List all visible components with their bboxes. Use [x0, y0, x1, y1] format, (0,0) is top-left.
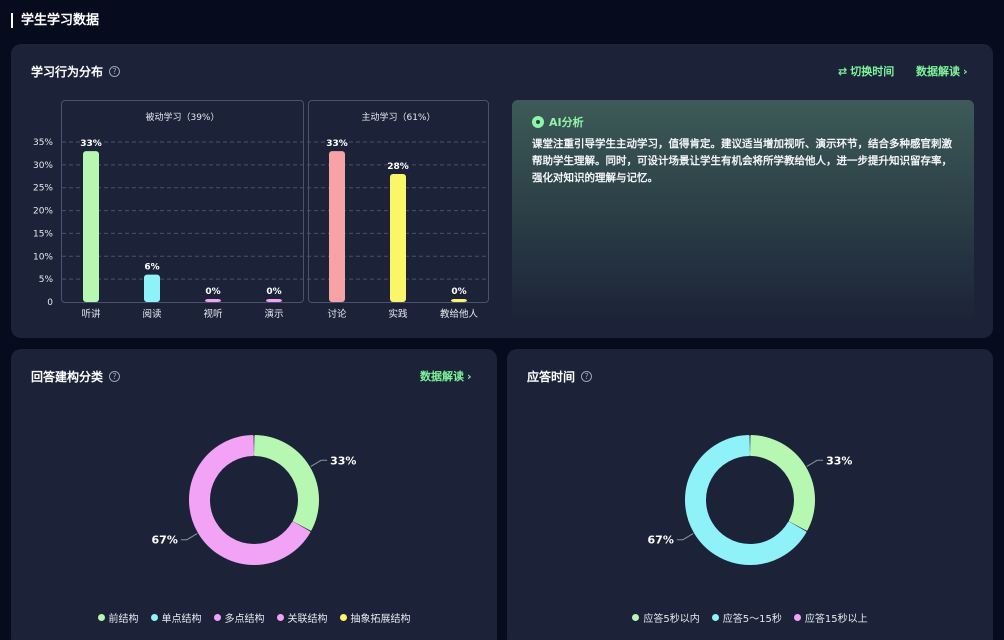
x-tick-label: 听讲: [81, 308, 101, 320]
help-icon[interactable]: ?: [109, 371, 121, 382]
interpret-label: 数据解读: [916, 65, 960, 78]
legend-item[interactable]: 关联结构: [276, 610, 328, 625]
structure-legend: 前结构 单点结构 多点结构 关联结构 抽象拓展结构: [11, 610, 497, 625]
x-tick-label: 视听: [203, 308, 223, 320]
legend-item[interactable]: 应答5～15秒: [711, 610, 782, 625]
page-title: 学生学习数据: [11, 13, 99, 28]
legend-item[interactable]: 多点结构: [213, 610, 265, 625]
active-learning-box: 主动学习（61%）: [308, 100, 489, 303]
y-tick-label: 35%: [33, 138, 53, 148]
structure-interpret-link[interactable]: 数据解读 ›: [420, 368, 472, 384]
switch-time-label: 切换时间: [850, 65, 895, 78]
legend-label: 单点结构: [161, 614, 202, 625]
legend-dot: [711, 614, 719, 621]
legend-label: 应答5～15秒: [722, 614, 782, 625]
legend-label: 关联结构: [287, 614, 328, 625]
ai-icon: [532, 116, 544, 128]
ai-analysis-title: AI分析: [549, 116, 584, 129]
legend-dot: [632, 614, 640, 621]
legend-label: 前结构: [108, 614, 139, 625]
y-tick-label: 30%: [33, 161, 53, 171]
label-leader-line: [310, 459, 328, 467]
chevron-right-icon: ›: [963, 64, 968, 78]
swap-icon: ⇄: [838, 64, 848, 78]
x-tick-label: 教给他人: [440, 308, 479, 320]
legend-item[interactable]: 前结构: [97, 610, 139, 625]
legend-label: 多点结构: [224, 614, 265, 625]
label-leader-line: [806, 459, 824, 467]
donut-slice[interactable]: [750, 435, 815, 531]
behavior-title-text: 学习行为分布: [31, 65, 104, 79]
interpret-label: 数据解读: [420, 370, 464, 383]
y-tick-label: 0: [47, 298, 53, 308]
x-tick-label: 实践: [388, 308, 408, 320]
ai-analysis-text: 课堂注重引导学生主动学习，值得肯定。建议适当增加视听、演示环节，结合多种感官刺激…: [532, 138, 952, 184]
legend-item[interactable]: 抽象拓展结构: [339, 610, 411, 625]
legend-dot: [276, 614, 284, 621]
y-tick-label: 25%: [33, 184, 53, 194]
legend-dot: [339, 614, 347, 621]
legend-label: 应答15秒以上: [804, 614, 868, 625]
response-time-card: 应答时间 ? 33% 67% 应答5秒以内 应答5～15秒 应答15秒以上: [507, 349, 993, 640]
y-tick-label: 5%: [39, 275, 54, 285]
legend-item[interactable]: 应答15秒以上: [793, 610, 868, 625]
legend-dot: [213, 614, 221, 621]
slice-value-label: 67%: [152, 534, 178, 547]
structure-donut-chart: 33% 67%: [152, 435, 356, 565]
slice-value-label: 33%: [330, 454, 356, 467]
label-leader-line: [676, 533, 694, 541]
x-tick-label: 讨论: [327, 308, 347, 320]
x-tick-label: 阅读: [142, 308, 162, 320]
response-time-donut-chart: 33% 67%: [648, 435, 852, 565]
structure-title-text: 回答建构分类: [31, 370, 104, 384]
behavior-card-title: 学习行为分布 ?: [31, 63, 121, 80]
legend-item[interactable]: 单点结构: [150, 610, 202, 625]
response-time-title-text: 应答时间: [527, 370, 576, 384]
behavior-interpret-link[interactable]: 数据解读 ›: [916, 63, 968, 79]
legend-dot: [793, 614, 801, 621]
response-time-legend: 应答5秒以内 应答5～15秒 应答15秒以上: [507, 610, 993, 625]
ai-analysis-header: AI分析: [532, 114, 584, 130]
ai-analysis-panel: AI分析 课堂注重引导学生主动学习，值得肯定。建议适当增加视听、演示环节，结合多…: [512, 100, 974, 320]
switch-time-button[interactable]: ⇄ 切换时间: [838, 63, 894, 79]
structure-card: 回答建构分类 ? 数据解读 › 33% 67% 前结构 单点结构 多点结构 关联结构 抽象…: [11, 349, 497, 640]
legend-label: 应答5秒以内: [643, 614, 700, 625]
slice-value-label: 33%: [826, 454, 852, 467]
passive-learning-box: 被动学习（39%）: [61, 100, 304, 303]
y-tick-label: 15%: [33, 229, 53, 239]
legend-item[interactable]: 应答5秒以内: [632, 610, 700, 625]
slice-value-label: 67%: [648, 534, 674, 547]
legend-label: 抽象拓展结构: [350, 614, 411, 625]
chevron-right-icon: ›: [467, 369, 472, 383]
help-icon[interactable]: ?: [109, 66, 121, 77]
active-learning-title: 主动学习（61%）: [361, 113, 436, 123]
y-tick-label: 10%: [33, 252, 53, 262]
legend-dot: [97, 614, 105, 621]
legend-dot: [150, 614, 158, 621]
y-tick-label: 20%: [33, 207, 53, 217]
passive-learning-title: 被动学习（39%）: [145, 113, 220, 123]
label-leader-line: [180, 533, 198, 541]
structure-card-title: 回答建构分类 ?: [31, 368, 121, 385]
behavior-card: 学习行为分布 ? ⇄ 切换时间 数据解读 › 35% 30% 25% 20% 15% 10…: [11, 44, 993, 338]
donut-slice[interactable]: [254, 435, 319, 531]
response-time-card-title: 应答时间 ?: [527, 368, 593, 385]
help-icon[interactable]: ?: [581, 371, 593, 382]
x-tick-label: 演示: [264, 308, 283, 320]
